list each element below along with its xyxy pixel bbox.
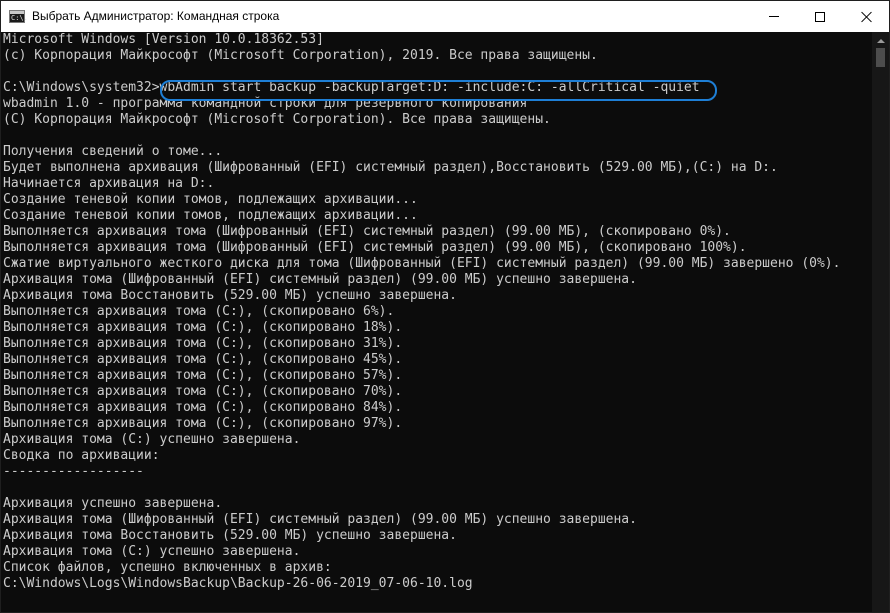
cmd-app-icon[interactable]: C:\. [9,10,28,23]
maximize-icon [815,11,825,22]
console-line: Архивация успешно завершена. [3,496,223,511]
console-line: Сжатие виртуального жесткого диска для т… [3,256,841,271]
console-line: Получения сведений о томе... [3,144,223,159]
window-title: Выбрать Администратор: Командная строка [32,9,280,23]
title-bar[interactable]: C:\. Выбрать Администратор: Командная ст… [1,1,889,32]
console-line: Архивация тома (Шифрованный (EFI) систем… [3,272,637,287]
console-line: Будет выполнена архивация (Шифрованный (… [3,160,778,175]
scrollbar-thumb[interactable] [876,48,885,67]
console-line: Архивация тома (Шифрованный (EFI) систем… [3,512,637,527]
maximize-button[interactable] [797,1,843,32]
console-line: Создание теневой копии томов, подлежащих… [3,208,418,223]
minimize-button[interactable] [751,1,797,32]
console-line: Выполняется архивация тома (C:), (скопир… [3,368,403,383]
console-output[interactable]: Microsoft Windows [Version 10.0.18362.53… [2,32,871,612]
console-line: Архивация тома (C:) успешно завершена. [3,432,301,447]
console-line: Выполняется архивация тома (C:), (скопир… [3,336,403,351]
scroll-up-button[interactable] [872,32,889,49]
console-line: Выполняется архивация тома (C:), (скопир… [3,400,403,415]
console-line: Архивация тома Восстановить (529.00 МБ) … [3,528,457,543]
cmd-window: C:\. Выбрать Администратор: Командная ст… [0,0,890,613]
close-icon [861,11,872,22]
console-line: Выполняется архивация тома (C:), (скопир… [3,352,403,367]
console-line: Выполняется архивация тома (C:), (скопир… [3,384,403,399]
console-line: Сводка по архивации: [3,448,160,463]
console-line: (C) Корпорация Майкрософт (Microsoft Cor… [3,112,551,127]
console-line: wbadmin 1.0 - программа командной строки… [3,96,528,111]
vertical-scrollbar[interactable] [872,32,889,612]
arrow-up-icon [876,38,885,43]
close-button[interactable] [843,1,889,32]
console-line: Выполняется архивация тома (C:), (скопир… [3,304,395,319]
console-line: C:\Windows\system32>wbAdmin start backup… [3,80,700,95]
minimize-icon [769,16,779,17]
console-line: Microsoft Windows [Version 10.0.18362.53… [3,32,324,47]
console-line: C:\Windows\Logs\WindowsBackup\Backup-26-… [3,576,473,591]
console-line: Архивация тома Восстановить (529.00 МБ) … [3,288,457,303]
console-line: Начинается архивация на D:. [3,176,215,191]
console-line: ------------------ [3,464,144,479]
console-line: Создание теневой копии томов, подлежащих… [3,192,418,207]
console-line: Выполняется архивация тома (Шифрованный … [3,240,747,255]
console-line: Выполняется архивация тома (C:), (скопир… [3,416,403,431]
console-line: Выполняется архивация тома (Шифрованный … [3,224,731,239]
console-line: (c) Корпорация Майкрософт (Microsoft Cor… [3,48,598,63]
console-line: Список файлов, успешно включенных в архи… [3,560,332,575]
console-line: Выполняется архивация тома (C:), (скопир… [3,320,403,335]
console-line: Архивация тома (C:) успешно завершена. [3,544,301,559]
